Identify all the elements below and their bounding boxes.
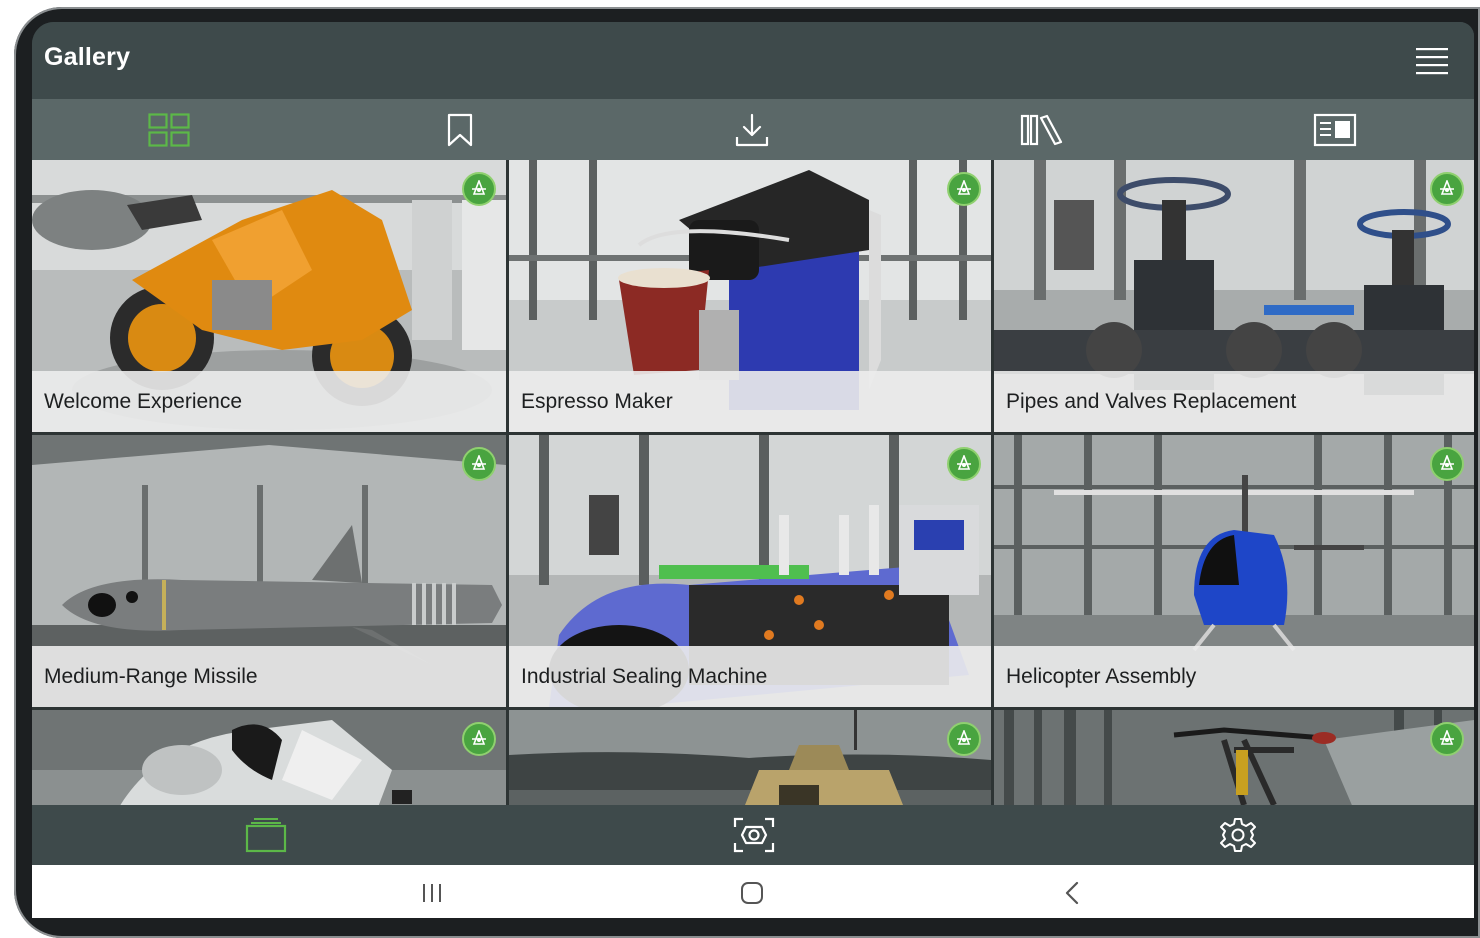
tab-bar [32,99,1474,160]
experience-badge-icon [1430,447,1464,481]
hamburger-menu-icon [1416,48,1448,75]
card-caption: Pipes and Valves Replacement [994,371,1474,432]
gallery-grid: Welcome Experience Espresso Maker Pipes … [32,160,1474,805]
app-screen: Gallery Welcome Experience Espresso Make… [32,22,1474,918]
card-caption: Medium-Range Missile [32,646,506,707]
tab-gallery-grid[interactable] [121,99,217,160]
card-title: Medium-Range Missile [44,665,258,688]
gallery-card-espresso-maker[interactable]: Espresso Maker [509,160,991,432]
library-icon [1020,114,1063,145]
recents-icon [423,884,441,902]
experience-badge-icon [1430,722,1464,756]
gallery-card-mountain-bike[interactable] [994,710,1474,805]
bookmark-icon [447,113,473,146]
card-caption: Industrial Sealing Machine [509,646,991,707]
card-list-icon [1313,113,1357,146]
gallery-card-medium-range-missile[interactable]: Medium-Range Missile [32,435,506,707]
recents-button[interactable] [402,873,462,913]
card-title: Welcome Experience [44,390,243,413]
card-caption: Espresso Maker [509,371,991,432]
experience-badge-icon [462,722,496,756]
gallery-card-grinder[interactable] [32,710,506,805]
mountain-bike-thumbnail [994,710,1474,805]
experiences-button[interactable] [236,813,296,857]
experience-badge-icon [947,722,981,756]
gallery-card-helicopter-assembly[interactable]: Helicopter Assembly [994,435,1474,707]
app-bar: Gallery [32,22,1474,99]
experience-badge-icon [1430,172,1464,206]
gallery-card-industrial-sealing-machine[interactable]: Industrial Sealing Machine [509,435,991,707]
home-button[interactable] [722,873,782,913]
experience-badge-icon [462,447,496,481]
tab-downloads[interactable] [704,99,800,160]
gallery-card-welcome-experience[interactable]: Welcome Experience [32,160,506,432]
experience-badge-icon [947,172,981,206]
card-caption: Welcome Experience [32,371,506,432]
tab-bookmarks[interactable] [412,99,508,160]
scan-button[interactable] [724,813,784,857]
scan-icon [733,817,775,853]
settings-button[interactable] [1208,813,1268,857]
page-title: Gallery [44,43,131,71]
gallery-card-pipes-and-valves-replacement[interactable]: Pipes and Valves Replacement [994,160,1474,432]
tab-library[interactable] [995,99,1091,160]
gear-icon [1220,818,1256,852]
experience-badge-icon [462,172,496,206]
card-title: Espresso Maker [521,390,673,413]
bottom-app-bar [32,805,1474,865]
home-icon [741,882,763,904]
gallery-card-military-vehicle[interactable] [509,710,991,805]
card-caption: Helicopter Assembly [994,646,1474,707]
system-nav-bar [32,865,1474,918]
card-title: Pipes and Valves Replacement [1006,390,1297,413]
power-tool-thumbnail [32,710,506,805]
grid-icon [148,112,190,147]
back-icon [1065,881,1079,905]
download-icon [735,113,769,146]
card-title: Industrial Sealing Machine [521,665,768,688]
back-button[interactable] [1042,873,1102,913]
military-vehicle-thumbnail [509,710,991,805]
stack-cards-icon [245,818,287,853]
menu-button[interactable] [1412,42,1452,78]
experience-badge-icon [947,447,981,481]
tab-list-view[interactable] [1287,99,1383,160]
card-title: Helicopter Assembly [1006,665,1197,688]
